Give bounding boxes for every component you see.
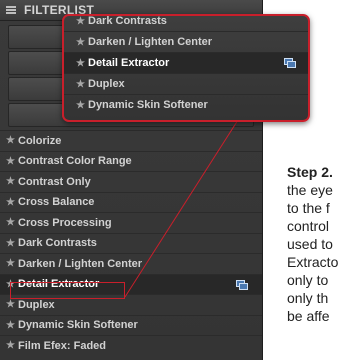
- star-icon[interactable]: ★: [76, 16, 88, 27]
- step-caption: Step 2. the eye to the f control used to…: [287, 163, 347, 325]
- zoom-item[interactable]: ★ Duplex: [64, 73, 308, 94]
- zoom-item-label: Duplex: [88, 78, 125, 90]
- caption-line: to the f: [287, 200, 330, 216]
- star-icon[interactable]: ★: [76, 79, 88, 90]
- star-icon[interactable]: ★: [76, 37, 88, 48]
- zoom-item-label: Detail Extractor: [88, 57, 170, 69]
- caption-line: be affe: [287, 308, 330, 324]
- copy-icon[interactable]: [284, 58, 296, 68]
- star-icon[interactable]: ★: [76, 100, 88, 111]
- zoom-item[interactable]: ★ Darken / Lighten Center: [64, 31, 308, 52]
- caption-line: only th: [287, 290, 329, 306]
- zoom-item-selected[interactable]: ★ Detail Extractor: [64, 52, 308, 73]
- zoom-item-label: Dark Contrasts: [88, 15, 167, 27]
- zoom-item-label: Dynamic Skin Softener: [88, 99, 208, 111]
- zoom-callout: ★ Dark Contrasts ★ Darken / Lighten Center…: [62, 14, 310, 122]
- caption-line: the eye: [287, 182, 333, 198]
- caption-line: Extracto: [287, 254, 339, 270]
- step-heading: Step 2.: [287, 164, 333, 180]
- caption-line: only to: [287, 272, 329, 288]
- zoom-item-label: Darken / Lighten Center: [88, 36, 213, 48]
- star-icon[interactable]: ★: [76, 58, 88, 69]
- caption-line: control: [287, 218, 330, 234]
- zoom-item[interactable]: ★ Dynamic Skin Softener: [64, 94, 308, 115]
- caption-line: used to: [287, 236, 333, 252]
- zoom-item[interactable]: ★ Dark Contrasts: [64, 15, 308, 31]
